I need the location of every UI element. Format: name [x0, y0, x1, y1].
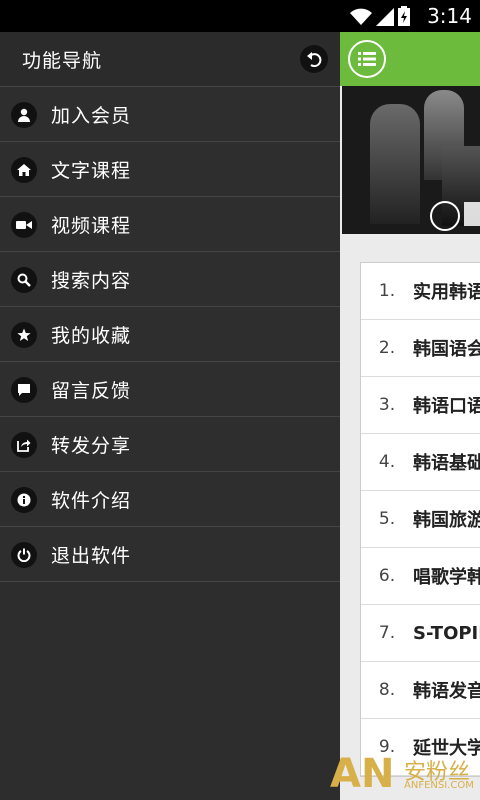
list-item[interactable]: 6. 唱歌学韩 [361, 548, 480, 605]
main-content: 1. 实用韩语 2. 韩国语会 3. 韩语口语 4. 韩语基础 5. 韩国旅游 6. 唱歌学… [340, 32, 480, 800]
menu-item-video-courses[interactable]: 视频课程 [0, 197, 340, 252]
chat-icon [11, 376, 37, 403]
video-icon [11, 211, 37, 238]
drawer-title: 功能导航 [22, 49, 103, 72]
undo-icon [307, 52, 322, 67]
item-title: 实用韩语 [413, 282, 480, 303]
list-item[interactable]: 2. 韩国语会 [361, 320, 480, 377]
exo-logo-icon [430, 201, 460, 231]
menu-item-exit[interactable]: 退出软件 [0, 527, 340, 582]
list-item[interactable]: 4. 韩语基础 [361, 434, 480, 491]
drawer-header: 功能导航 [0, 32, 340, 87]
battery-icon [398, 6, 410, 26]
menu-item-label: 我的收藏 [51, 325, 132, 347]
menu-item-feedback[interactable]: 留言反馈 [0, 362, 340, 417]
item-number: 3. [378, 395, 396, 415]
list-menu-button[interactable] [348, 40, 386, 78]
menu-item-text-courses[interactable]: 文字课程 [0, 142, 340, 197]
item-title: 韩语基础 [413, 453, 480, 474]
menu-item-label: 退出软件 [51, 545, 132, 567]
item-number: 6. [378, 566, 396, 586]
list-item[interactable]: 8. 韩语发音 [361, 662, 480, 719]
watermark-domain: ANFENSI.COM [404, 780, 474, 791]
power-icon [11, 541, 37, 568]
search-icon [11, 266, 37, 293]
navigation-drawer: 功能导航 加入会员 文字课程 视频课程 搜索内容 我的收藏 留言反馈 转发分享 … [0, 32, 340, 800]
person-icon [11, 101, 37, 128]
menu-item-about[interactable]: 软件介绍 [0, 472, 340, 527]
menu-item-label: 留言反馈 [51, 380, 132, 402]
item-number: 8. [378, 680, 396, 700]
list-item[interactable]: 5. 韩国旅游 [361, 491, 480, 548]
signal-icon [376, 8, 394, 26]
star-icon [11, 321, 37, 348]
wifi-icon [350, 8, 372, 25]
menu-item-label: 文字课程 [51, 160, 132, 182]
list-item[interactable]: 3. 韩语口语 [361, 377, 480, 434]
menu-item-label: 加入会员 [51, 105, 132, 127]
lesson-list: 1. 实用韩语 2. 韩国语会 3. 韩语口语 4. 韩语基础 5. 韩国旅游 6. 唱歌学… [360, 262, 480, 777]
menu-item-label: 软件介绍 [51, 490, 132, 512]
item-number: 2. [378, 338, 396, 358]
menu-item-search[interactable]: 搜索内容 [0, 252, 340, 307]
menu-item-share[interactable]: 转发分享 [0, 417, 340, 472]
menu-item-favorites[interactable]: 我的收藏 [0, 307, 340, 362]
item-title: S-TOPIK [413, 622, 480, 644]
item-number: 1. [378, 281, 396, 301]
menu-item-membership[interactable]: 加入会员 [0, 87, 340, 142]
item-title: 韩语口语 [413, 396, 480, 417]
status-icons [350, 6, 410, 26]
item-title: 韩国语会 [413, 339, 480, 360]
app-bar [340, 32, 480, 86]
menu-item-label: 转发分享 [51, 435, 132, 457]
item-number: 5. [378, 509, 396, 529]
watermark-logo: AN [330, 751, 395, 797]
menu-item-label: 搜索内容 [51, 270, 132, 292]
banner-image[interactable] [342, 86, 480, 234]
status-bar: 3:14 [0, 0, 480, 32]
watermark: AN 安粉丝 ANFENSI.COM [330, 750, 480, 800]
item-title: 唱歌学韩 [413, 567, 480, 588]
item-number: 7. [378, 623, 396, 643]
item-number: 4. [378, 452, 396, 472]
status-time: 3:14 [427, 4, 472, 28]
list-icon [358, 52, 376, 66]
share-icon [11, 431, 37, 458]
list-item[interactable]: 7. S-TOPIK [361, 605, 480, 662]
back-button[interactable] [300, 45, 328, 73]
item-title: 韩国旅游 [413, 510, 480, 531]
home-icon [11, 156, 37, 183]
info-icon [11, 486, 37, 513]
menu-item-label: 视频课程 [51, 215, 132, 237]
list-item[interactable]: 1. 实用韩语 [361, 263, 480, 320]
item-title: 韩语发音 [413, 681, 480, 702]
